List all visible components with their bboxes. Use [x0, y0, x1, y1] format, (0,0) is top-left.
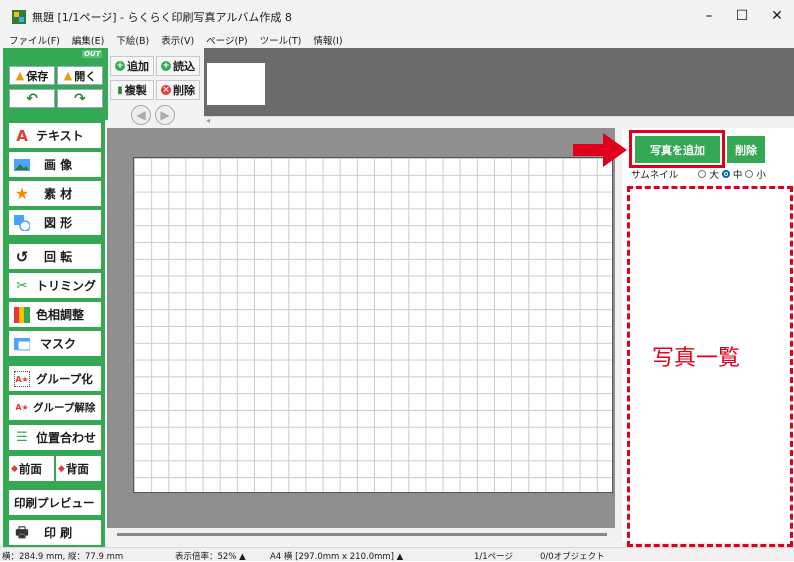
- undo-button[interactable]: ↶: [9, 89, 55, 108]
- image-icon: [14, 158, 30, 171]
- size-medium-radio[interactable]: [721, 170, 730, 178]
- size-large-radio[interactable]: [698, 170, 707, 178]
- cursor-coords: 横：284.9 mm, 縦：77.9 mm: [2, 552, 124, 562]
- menu-tools[interactable]: ツール(T): [260, 33, 302, 47]
- app-window: 無題 [1/1ページ] - らくらく印刷写真アルバム作成 8 – ☐ ✕ ファイ…: [0, 0, 794, 562]
- group-button[interactable]: A★ グループ化: [9, 366, 101, 391]
- status-bar: 横：284.9 mm, 縦：77.9 mm 表示倍率：52% ▲ A4 横 [2…: [0, 547, 794, 562]
- menu-file[interactable]: ファイル(F): [9, 33, 60, 47]
- object-count: 0/0オブジェクト: [540, 552, 605, 562]
- ungroup-button[interactable]: A★ グループ解除: [9, 395, 101, 420]
- plus-icon: +: [115, 61, 125, 71]
- open-button[interactable]: ▲ 開く: [57, 66, 103, 85]
- back-icon: ◆: [58, 463, 65, 474]
- zoom-level[interactable]: 表示倍率：52% ▲: [175, 550, 246, 562]
- color-adjust-button[interactable]: 色相調整: [9, 302, 101, 327]
- red-arrow-icon: [573, 133, 627, 167]
- minimize-button[interactable]: –: [694, 4, 724, 28]
- text-tool-button[interactable]: A テキスト: [9, 123, 101, 148]
- image-tool-button[interactable]: 画 像: [9, 152, 101, 177]
- menu-bar: ファイル(F) 編集(E) 下絵(B) 表示(V) ページ(P) ツール(T) …: [0, 32, 794, 48]
- menu-page[interactable]: ページ(P): [206, 33, 247, 47]
- duplicate-page-button[interactable]: ▮ 複製: [110, 80, 154, 100]
- menu-view[interactable]: 表示(V): [161, 33, 194, 47]
- open-icon: ▲: [63, 69, 73, 82]
- menu-info[interactable]: 情報(I): [313, 33, 342, 47]
- print-button[interactable]: 🖶 印 刷: [9, 520, 101, 545]
- plus-icon: +: [161, 61, 171, 71]
- window-title: 無題 [1/1ページ] - らくらく印刷写真アルバム作成 8: [32, 11, 292, 24]
- close-button[interactable]: ✕: [762, 4, 792, 28]
- align-button[interactable]: ☰ 位置合わせ: [9, 425, 101, 450]
- size-small-radio[interactable]: [745, 170, 754, 178]
- maximize-button[interactable]: ☐: [727, 4, 757, 28]
- page-indicator: 1/1ページ: [474, 552, 514, 562]
- delete-page-button[interactable]: × 削除: [156, 80, 200, 100]
- ungroup-icon: A★: [15, 402, 29, 412]
- title-bar: 無題 [1/1ページ] - らくらく印刷写真アルバム作成 8 – ☐ ✕: [0, 0, 794, 32]
- scissors-icon: ✂: [16, 277, 28, 294]
- shape-tool-button[interactable]: 図 形: [9, 210, 101, 235]
- front-icon: ◆: [11, 463, 18, 474]
- prev-page-button[interactable]: ◀: [131, 105, 151, 125]
- album-page-canvas[interactable]: [133, 157, 613, 493]
- page-thumbnail[interactable]: [207, 63, 265, 105]
- color-palette-icon: [14, 306, 30, 323]
- load-page-button[interactable]: + 読込: [156, 56, 200, 76]
- save-icon: ▲: [15, 69, 25, 82]
- thumbnail-scrollbar[interactable]: ◂: [204, 116, 794, 128]
- scroll-left-icon[interactable]: ◂: [206, 116, 210, 125]
- printer-icon: 🖶: [15, 524, 29, 541]
- bring-front-button[interactable]: ◆ 前面: [9, 456, 54, 481]
- print-preview-button[interactable]: 印刷プレビュー: [9, 490, 101, 515]
- menu-background[interactable]: 下絵(B): [116, 33, 149, 47]
- add-page-button[interactable]: + 追加: [110, 56, 154, 76]
- redo-button[interactable]: ↷: [57, 89, 103, 108]
- delete-icon: ×: [161, 85, 171, 95]
- paper-size[interactable]: A4 横 [297.0mm x 210.0mm] ▲: [270, 550, 403, 562]
- thumbnail-size-label: サムネイル: [631, 170, 679, 181]
- align-icon: ☰: [16, 429, 28, 445]
- thumbnail-size-row: サムネイル 大 中 小: [631, 167, 794, 181]
- scroll-thumb[interactable]: [117, 533, 607, 536]
- text-icon: A: [16, 126, 28, 145]
- out-label: OUT: [82, 50, 103, 58]
- group-icon: A★: [14, 370, 30, 387]
- menu-edit[interactable]: 編集(E): [72, 33, 104, 47]
- rotate-icon: ↺: [15, 247, 29, 266]
- send-back-button[interactable]: ◆ 背面: [56, 456, 101, 481]
- mask-tool-button[interactable]: マスク: [9, 331, 101, 356]
- highlight-frame: [629, 130, 725, 168]
- material-tool-button[interactable]: ★ 素 材: [9, 181, 101, 206]
- next-page-button[interactable]: ▶: [155, 105, 175, 125]
- canvas-horizontal-scrollbar[interactable]: [107, 528, 622, 542]
- trim-tool-button[interactable]: ✂ トリミング: [9, 273, 101, 298]
- mask-icon: [14, 337, 30, 350]
- star-icon: ★: [14, 183, 30, 203]
- canvas-vertical-scrollbar[interactable]: [615, 128, 622, 528]
- app-icon: [12, 10, 26, 24]
- shape-icon: [14, 214, 30, 231]
- rotate-tool-button[interactable]: ↺ 回 転: [9, 244, 101, 269]
- duplicate-icon: ▮: [117, 84, 123, 96]
- save-button[interactable]: ▲ 保存: [9, 66, 55, 85]
- page-thumbnail-strip: [204, 48, 794, 116]
- delete-photo-button[interactable]: 削除: [727, 136, 765, 163]
- photo-list-label: 写真一覧: [652, 346, 741, 371]
